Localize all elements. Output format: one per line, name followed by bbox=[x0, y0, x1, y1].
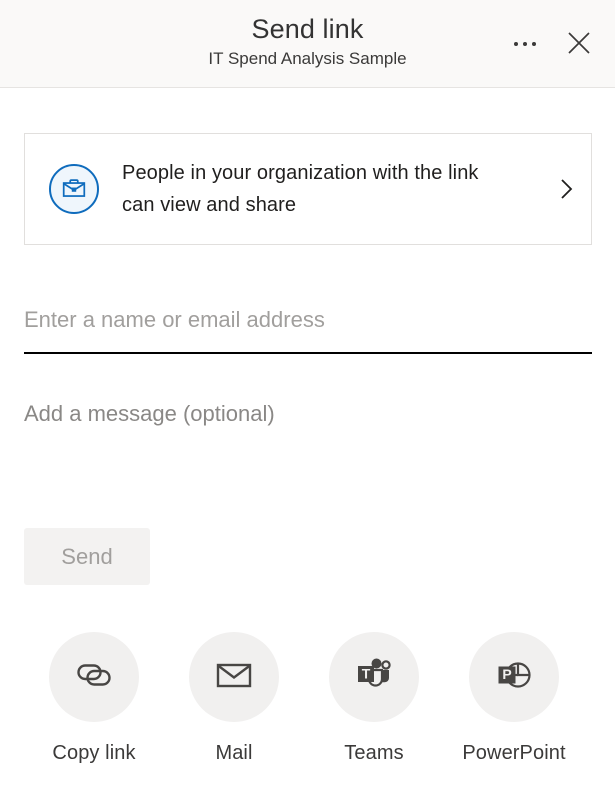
chevron-right-icon[interactable] bbox=[547, 176, 587, 202]
recipient-input[interactable] bbox=[24, 296, 592, 336]
share-target-copy-link[interactable]: Copy link bbox=[24, 632, 164, 766]
share-target-label: Mail bbox=[215, 742, 253, 764]
envelope-icon bbox=[212, 653, 256, 702]
dialog-header: Send link IT Spend Analysis Sample bbox=[0, 0, 615, 88]
svg-text:P: P bbox=[502, 666, 511, 682]
powerpoint-icon: P bbox=[492, 653, 536, 702]
header-actions bbox=[501, 0, 615, 88]
share-target-label: Copy link bbox=[52, 742, 136, 764]
share-target-label: Teams bbox=[344, 742, 404, 764]
message-field[interactable] bbox=[24, 398, 592, 444]
svg-text:T: T bbox=[362, 665, 371, 681]
close-icon bbox=[566, 30, 592, 59]
share-target-powerpoint[interactable]: P PowerPoint bbox=[444, 632, 584, 766]
teams-icon: T bbox=[352, 653, 396, 702]
share-targets-row: Copy link Mail T Teams P PowerPoint bbox=[24, 632, 592, 766]
close-button[interactable] bbox=[555, 20, 603, 68]
message-input[interactable] bbox=[24, 398, 592, 430]
copy-link-circle bbox=[49, 632, 139, 722]
teams-circle: T bbox=[329, 632, 419, 722]
share-target-label: PowerPoint bbox=[462, 742, 566, 764]
more-options-button[interactable] bbox=[501, 20, 549, 68]
permission-text: People in your organization with the lin… bbox=[122, 157, 547, 221]
briefcase-icon bbox=[49, 164, 99, 214]
powerpoint-circle: P bbox=[469, 632, 559, 722]
link-icon bbox=[72, 653, 116, 702]
recipient-field[interactable] bbox=[24, 296, 592, 354]
share-target-teams[interactable]: T Teams bbox=[304, 632, 444, 766]
ellipsis-icon bbox=[514, 42, 536, 46]
share-target-mail[interactable]: Mail bbox=[164, 632, 304, 766]
permission-line-2: can view and share bbox=[122, 194, 297, 216]
send-button[interactable]: Send bbox=[24, 528, 150, 585]
permission-line-1: People in your organization with the lin… bbox=[122, 162, 479, 184]
mail-circle bbox=[189, 632, 279, 722]
link-permission-selector[interactable]: People in your organization with the lin… bbox=[24, 133, 592, 245]
